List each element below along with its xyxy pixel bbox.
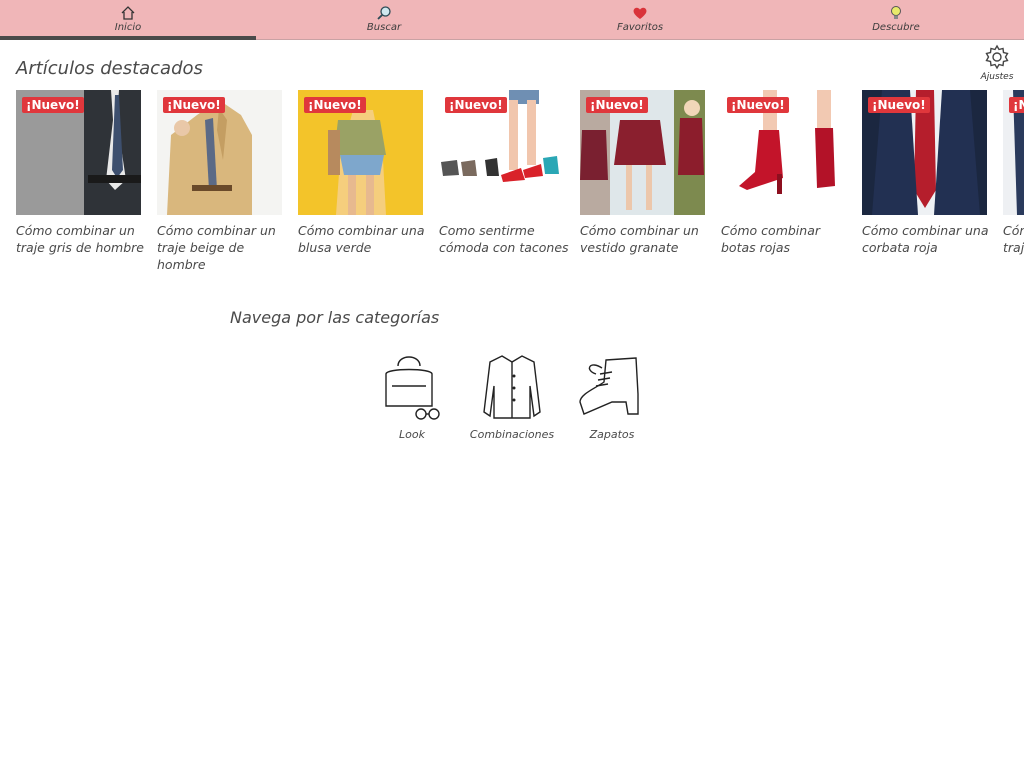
article-card[interactable]: ¡Nuevo! Cómo combinar un traje beige de … bbox=[157, 90, 282, 273]
category-label: Zapatos bbox=[589, 428, 635, 441]
article-card[interactable]: ¡Nuevo! Cómo combinar una blusa verde bbox=[298, 90, 424, 256]
category-label: Combinaciones bbox=[469, 428, 555, 441]
article-card[interactable]: ¡Nuevo! Cómo combinar un traje gris de h… bbox=[16, 90, 144, 256]
article-title: Cómo combinar un vestido granate bbox=[580, 223, 699, 255]
article-title: Cómo combinar una corbata roja bbox=[862, 223, 989, 255]
article-title: Como sentirme cómoda con tacones bbox=[439, 223, 569, 255]
article-card[interactable]: ¡Nuevo! Cómo combinar una corbata roja bbox=[862, 90, 988, 256]
settings-button[interactable]: Ajustes bbox=[976, 44, 1018, 88]
article-title: Cómo combinar un traje beige de hombre bbox=[157, 223, 276, 272]
tab-label: Descubre bbox=[872, 22, 920, 33]
home-icon bbox=[121, 6, 135, 20]
tab-inicio[interactable]: Inicio bbox=[0, 0, 256, 40]
shirt-icon bbox=[483, 355, 541, 419]
article-image: ¡Nuevo! bbox=[862, 90, 987, 215]
categories-heading: Navega por las categorías bbox=[230, 308, 440, 327]
tab-label: Inicio bbox=[114, 22, 142, 33]
featured-carousel: ¡Nuevo! Cómo combinar un traje gris de h… bbox=[16, 90, 1024, 290]
tab-buscar[interactable]: Buscar bbox=[256, 0, 512, 40]
new-badge: ¡Nuevo! bbox=[445, 97, 507, 113]
category-look[interactable]: Look bbox=[362, 352, 462, 441]
category-combinaciones[interactable]: Combinaciones bbox=[462, 352, 562, 441]
settings-label: Ajustes bbox=[980, 72, 1014, 82]
new-badge: ¡Nuevo! bbox=[727, 97, 789, 113]
new-badge: ¡Nuevo! bbox=[22, 97, 84, 113]
new-badge: ¡Nuevo! bbox=[1009, 97, 1024, 113]
lightbulb-icon bbox=[891, 6, 901, 19]
boot-icon bbox=[579, 357, 639, 415]
article-image: ¡Nuevo! bbox=[721, 90, 846, 215]
article-image: ¡Nuevo! bbox=[16, 90, 141, 215]
article-title: Cómo combinar un traje bbox=[1003, 223, 1024, 255]
search-icon bbox=[377, 6, 391, 20]
article-image: ¡Nuevo! bbox=[580, 90, 705, 215]
tab-label: Buscar bbox=[366, 22, 402, 33]
handbag-glasses-icon bbox=[385, 356, 440, 420]
article-image: ¡Nuevo! bbox=[439, 90, 564, 215]
category-zapatos[interactable]: Zapatos bbox=[562, 352, 662, 441]
tab-label: Favoritos bbox=[616, 22, 664, 33]
new-badge: ¡Nuevo! bbox=[868, 97, 930, 113]
article-card[interactable]: ¡Nuevo! Como sentirme cómoda con tacones bbox=[439, 90, 569, 256]
article-card[interactable]: ¡Nuevo! Cómo combinar un traje bbox=[1003, 90, 1024, 256]
tab-descubre[interactable]: Descubre bbox=[768, 0, 1024, 40]
active-tab-indicator bbox=[0, 36, 256, 40]
new-badge: ¡Nuevo! bbox=[586, 97, 648, 113]
article-title: Cómo combinar botas rojas bbox=[721, 223, 820, 255]
article-title: Cómo combinar un traje gris de hombre bbox=[16, 223, 144, 255]
article-image: ¡Nuevo! bbox=[157, 90, 282, 215]
article-title: Cómo combinar una blusa verde bbox=[298, 223, 425, 255]
featured-heading: Artículos destacados bbox=[16, 58, 203, 79]
new-badge: ¡Nuevo! bbox=[304, 97, 366, 113]
article-card[interactable]: ¡Nuevo! Cómo combinar un vestido granate bbox=[580, 90, 705, 256]
article-image: ¡Nuevo! bbox=[1003, 90, 1024, 215]
top-navigation-bar: Inicio Buscar Favoritos Descubre bbox=[0, 0, 1024, 40]
new-badge: ¡Nuevo! bbox=[163, 97, 225, 113]
tab-favoritos[interactable]: Favoritos bbox=[512, 0, 768, 40]
article-image: ¡Nuevo! bbox=[298, 90, 423, 215]
category-label: Look bbox=[399, 428, 425, 441]
article-card[interactable]: ¡Nuevo! Cómo combinar botas rojas bbox=[721, 90, 846, 256]
gear-icon bbox=[985, 44, 1009, 70]
heart-icon bbox=[633, 7, 647, 19]
